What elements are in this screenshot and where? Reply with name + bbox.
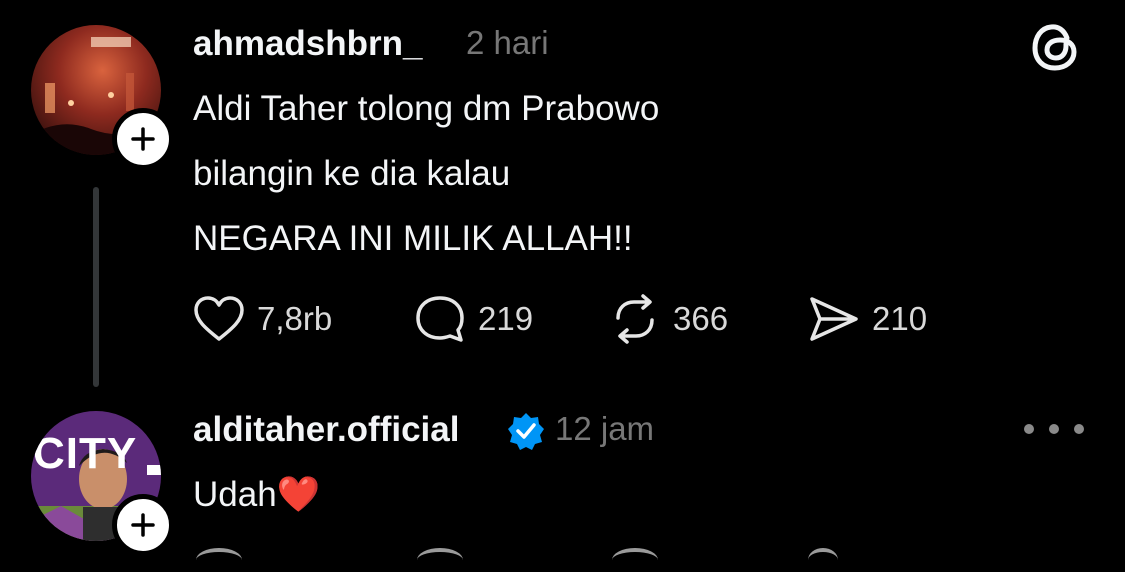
post-text-line: bilangin ke dia kalau: [193, 154, 511, 193]
plus-icon: [131, 127, 155, 151]
heart-icon: [194, 296, 244, 341]
like-button-peek[interactable]: [196, 548, 242, 572]
repost-icon: [616, 294, 654, 344]
more-options-icon[interactable]: [1024, 414, 1084, 444]
post-username[interactable]: ahmadshbrn_: [193, 24, 423, 64]
threads-logo-icon[interactable]: [1028, 20, 1082, 74]
plus-icon: [131, 513, 155, 537]
reply-timestamp: 12 jam: [555, 410, 655, 447]
like-count: 7,8rb: [257, 300, 333, 337]
follow-button[interactable]: [112, 494, 174, 556]
repost-button-peek[interactable]: [612, 548, 658, 572]
send-icon: [810, 297, 858, 341]
reply-text: Udah❤️: [193, 474, 320, 515]
follow-button[interactable]: [112, 108, 174, 170]
avatar-text: CITY: [33, 429, 138, 478]
repost-count: 366: [673, 300, 729, 337]
reply-button[interactable]: 219: [414, 294, 533, 344]
share-button-peek[interactable]: [808, 548, 838, 572]
verified-badge-icon: [506, 411, 546, 451]
share-button[interactable]: 210: [808, 294, 927, 344]
share-count: 210: [872, 300, 928, 337]
repost-button[interactable]: 366: [609, 294, 728, 344]
reply-username[interactable]: alditaher.official: [193, 410, 459, 450]
comment-icon: [416, 296, 464, 342]
heart-emoji: ❤️: [276, 475, 321, 514]
post-text-line: Aldi Taher tolong dm Prabowo: [193, 89, 660, 128]
thread-connector-line: [93, 187, 99, 387]
reply-text-content: Udah: [193, 475, 277, 514]
post-timestamp: 2 hari: [466, 24, 549, 61]
reply-button-peek[interactable]: [417, 548, 463, 572]
post-text-line: NEGARA INI MILIK ALLAH!!: [193, 219, 633, 258]
reply-count: 219: [478, 300, 534, 337]
like-button[interactable]: 7,8rb: [193, 294, 332, 344]
